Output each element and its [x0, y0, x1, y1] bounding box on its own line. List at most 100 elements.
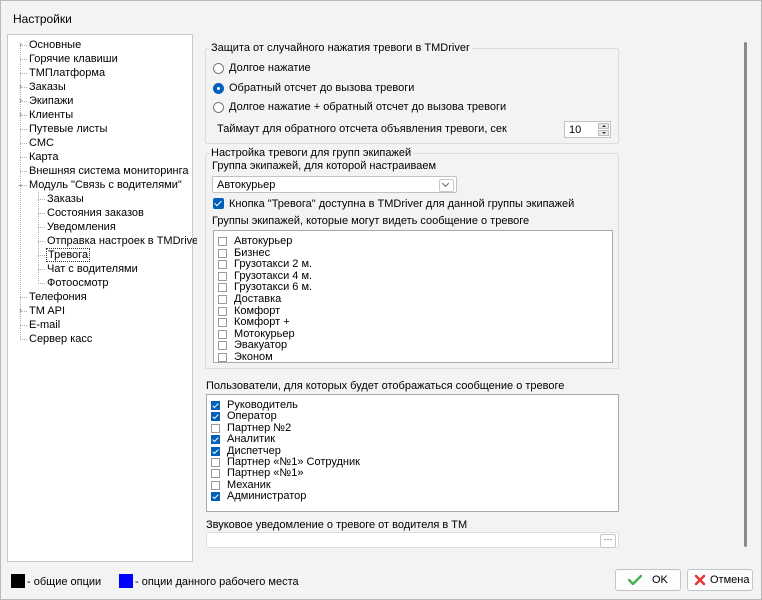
tree-item-label: Клиенты [29, 109, 74, 121]
item-checkbox[interactable] [218, 306, 227, 316]
item-label: Бизнес [234, 246, 271, 259]
item-checkbox[interactable] [211, 480, 220, 490]
tree-connector [38, 199, 45, 200]
tree-connector [20, 129, 27, 130]
tree-item[interactable]: Экипажи [28, 94, 74, 108]
radio-button[interactable] [213, 63, 224, 74]
item-checkbox[interactable] [218, 283, 227, 293]
item-checkbox[interactable] [211, 401, 220, 410]
tree-item[interactable]: Уведомления [46, 220, 117, 234]
item-checkbox[interactable] [218, 318, 227, 328]
tree-connector [20, 143, 27, 144]
radio-label: Долгое нажатие [229, 62, 311, 74]
crew-group-dropdown[interactable]: Автокурьер [212, 176, 457, 193]
scrollbar-thumb[interactable] [744, 42, 747, 547]
workplace-options-swatch [119, 574, 133, 588]
tree-item[interactable]: Телефония [28, 290, 88, 304]
tree-item-label: Внешняя система мониторинга [29, 165, 189, 177]
item-checkbox[interactable] [218, 271, 227, 281]
tree-item-label: Модуль "Связь с водителями" [29, 179, 182, 191]
item-checkbox[interactable] [211, 446, 220, 456]
tree-item[interactable]: TMПлатформа [28, 66, 106, 80]
tree-item-label: Заказы [29, 81, 66, 93]
item-checkbox[interactable] [218, 341, 227, 351]
check-icon [628, 574, 642, 586]
chevron-down-icon[interactable] [439, 179, 454, 192]
tree-connector [20, 297, 27, 298]
item-checkbox[interactable] [218, 295, 227, 304]
ok-button[interactable]: OK [615, 569, 681, 591]
crew-groups-list[interactable]: Автокурьер Бизнес Грузотакси 2 м. Грузотакс… [213, 230, 613, 363]
radio-label: Долгое нажатие + обратный отсчет до вызо… [229, 101, 507, 113]
users-list[interactable]: Руководитель Оператор Партнер №2 Аналитик Ди… [206, 394, 619, 512]
crew-group-value: Автокурьер [217, 179, 276, 191]
tree-item[interactable]: Основные [28, 38, 82, 52]
tree-connector [20, 157, 27, 158]
title-bar[interactable]: Настройки [1, 1, 761, 33]
tree-item-label: Чат с водителями [47, 263, 138, 275]
tree-item[interactable]: Клиенты [28, 108, 74, 122]
tree-connector [20, 73, 27, 74]
radio-button[interactable] [213, 83, 224, 94]
tree-item-label: Экипажи [29, 95, 74, 107]
tree-item[interactable]: Заказы [46, 192, 85, 206]
vertical-scrollbar[interactable] [741, 37, 749, 558]
visible-groups-label: Группы экипажей, которые могут видеть со… [212, 215, 530, 227]
radio-button[interactable] [213, 102, 224, 113]
tree-item[interactable]: Заказы [28, 80, 67, 94]
tree-item[interactable]: Модуль "Связь с водителями" [28, 178, 183, 192]
item-checkbox[interactable] [211, 412, 220, 422]
item-checkbox[interactable] [218, 248, 227, 258]
item-label: Комфорт [234, 304, 281, 317]
settings-window: Настройки Основные › Горячие клавиши TMПлат… [0, 0, 762, 600]
timeout-spinner[interactable]: 10 [564, 121, 611, 138]
alarm-button-checkbox[interactable] [213, 198, 224, 209]
browse-button[interactable]: ··· [600, 534, 616, 548]
tree-item-label: Путевые листы [29, 123, 108, 135]
tree-item[interactable]: E-mail [28, 318, 61, 332]
cancel-button[interactable]: Отмена [687, 569, 753, 591]
window-title: Настройки [13, 12, 72, 26]
tree-item-label: Горячие клавиши [29, 53, 118, 65]
ok-label: OK [652, 574, 668, 586]
tree-item[interactable]: Сервер касс [28, 332, 93, 346]
item-checkbox[interactable] [218, 237, 227, 246]
tree-connector [38, 213, 45, 214]
item-checkbox[interactable] [218, 353, 227, 362]
timeout-label: Таймаут для обратного отсчета объявления… [217, 123, 507, 135]
tree-item[interactable]: Тревога [46, 248, 91, 262]
spin-up-icon[interactable] [598, 123, 609, 129]
tree-item-label: E-mail [29, 319, 61, 331]
tree-connector [20, 171, 27, 172]
sound-field[interactable]: ··· [206, 532, 619, 548]
tree-item[interactable]: TM API [28, 304, 66, 318]
cancel-label: Отмена [710, 574, 750, 586]
tree-item-label: Состояния заказов [47, 207, 144, 219]
item-checkbox[interactable] [211, 423, 220, 433]
item-checkbox[interactable] [218, 329, 227, 339]
tree-item[interactable]: Внешняя система мониторинга [28, 164, 189, 178]
item-label: Мотокурьер [234, 327, 295, 340]
spin-down-icon[interactable] [598, 130, 609, 136]
item-checkbox[interactable] [211, 458, 220, 467]
close-icon [694, 574, 706, 586]
item-checkbox[interactable] [211, 469, 220, 479]
item-label: Партнер №2 [227, 421, 292, 434]
tree-connector [38, 255, 45, 256]
tree-item[interactable]: Состояния заказов [46, 206, 145, 220]
item-checkbox[interactable] [211, 435, 220, 445]
item-label: Комфорт + [234, 316, 290, 329]
tree-item[interactable]: Чат с водителями [46, 262, 139, 276]
tree-item-label: Телефония [29, 291, 87, 303]
tree-item[interactable]: СМС [28, 136, 55, 150]
tree-item-label: TM API [29, 305, 66, 317]
tree-item[interactable]: Путевые листы [28, 122, 108, 136]
tree-item[interactable]: Фотоосмотр [46, 276, 109, 290]
tree-item[interactable]: Горячие клавиши [28, 52, 119, 66]
item-checkbox[interactable] [218, 260, 227, 270]
tree-item[interactable]: Отправка настроек в TMDriver [46, 234, 203, 248]
settings-tree[interactable]: Основные › Горячие клавиши TMПлатформа Заказ… [7, 34, 202, 562]
item-checkbox[interactable] [211, 492, 220, 502]
tree-item[interactable]: Карта [28, 150, 59, 164]
item-label: Администратор [227, 490, 307, 503]
